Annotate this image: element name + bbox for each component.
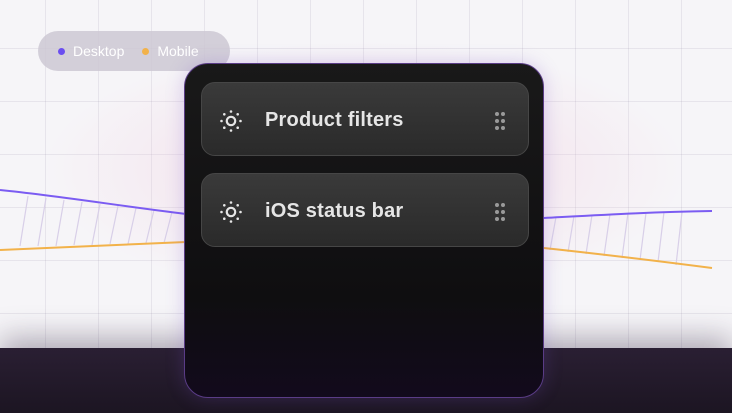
legend-label-mobile: Mobile	[157, 43, 199, 59]
mobile-line-right	[543, 247, 713, 269]
card-label: iOS status bar	[265, 200, 404, 222]
legend-label-desktop: Desktop	[73, 43, 125, 59]
card-label: Product filters	[265, 109, 404, 131]
mobile-line-left	[0, 241, 187, 251]
card-product-filters[interactable]: Product filters	[201, 82, 529, 156]
component-panel: Product filters iOS status bar	[184, 63, 544, 398]
drag-handle-icon[interactable]	[494, 202, 506, 222]
card-ios-status-bar[interactable]: iOS status bar	[201, 173, 529, 247]
sun-icon	[220, 201, 242, 223]
desktop-line-left	[0, 189, 187, 215]
legend-item-desktop[interactable]: Desktop	[58, 43, 124, 59]
desktop-dot-icon	[58, 47, 65, 55]
drag-handle-icon[interactable]	[494, 111, 506, 131]
legend-item-mobile[interactable]: Mobile	[142, 43, 199, 59]
left-hatch	[19, 195, 173, 247]
mobile-dot-icon	[142, 47, 150, 55]
sun-icon	[220, 110, 242, 132]
